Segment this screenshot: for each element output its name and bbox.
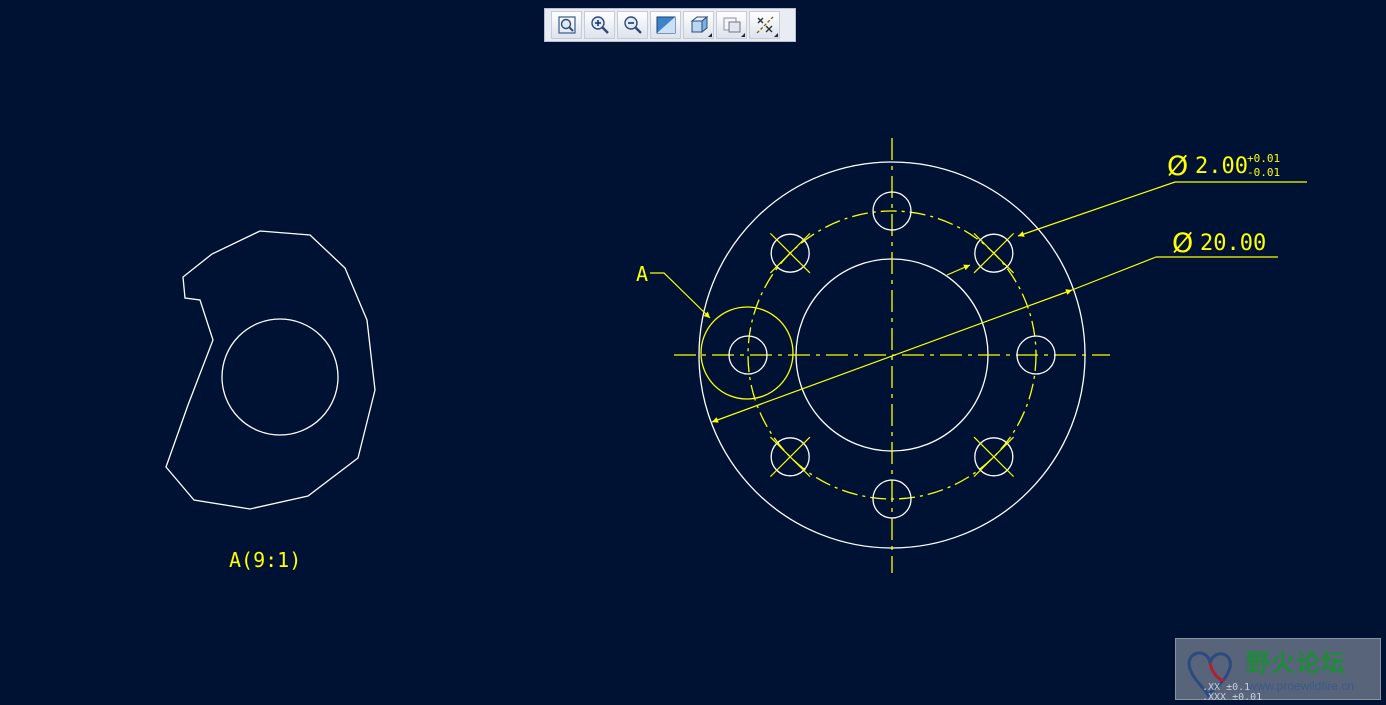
forum-watermark: 野火论坛 .XX ±0.1 .XXX ±0.01 www.proewildfir… (1175, 638, 1381, 703)
drawing-canvas[interactable]: A(9:1) A Ø 2.00 +0.01 -0.01 Ø 20.00 (0, 0, 1386, 705)
pcd-dim-value: 20.00 (1200, 231, 1266, 256)
watermark-url: www.proewildfire.cn (1248, 679, 1355, 693)
hole-dim-tol-lower: -0.01 (1247, 166, 1280, 179)
hole-dim-tol-upper: +0.01 (1247, 152, 1280, 165)
hole-dim-symbol: Ø (1167, 151, 1188, 182)
detail-hole-circle (221, 318, 339, 436)
bolt-hole[interactable] (769, 232, 811, 274)
detail-view-a[interactable] (165, 230, 376, 510)
detail-callout-leader (650, 272, 711, 319)
hole-dim-value: 2.00 (1195, 154, 1248, 179)
watermark-title: 野火论坛 (1246, 649, 1346, 677)
hole-dim-leader (1017, 181, 1176, 237)
pcd-dimension[interactable]: Ø 20.00 (711, 228, 1278, 423)
detail-callout-label[interactable]: A (636, 262, 648, 286)
detail-callout-circle[interactable] (700, 306, 794, 400)
pcd-dim-symbol: Ø (1172, 228, 1193, 259)
pcd-dim-leader (1071, 256, 1157, 291)
hole-dim-leader-tail (946, 264, 971, 276)
bolt-hole[interactable] (973, 232, 1015, 274)
bolt-hole[interactable] (973, 436, 1015, 478)
detail-view-label[interactable]: A(9:1) (229, 548, 301, 572)
bolt-hole[interactable] (769, 436, 811, 478)
detail-boundary-outline (165, 230, 376, 510)
